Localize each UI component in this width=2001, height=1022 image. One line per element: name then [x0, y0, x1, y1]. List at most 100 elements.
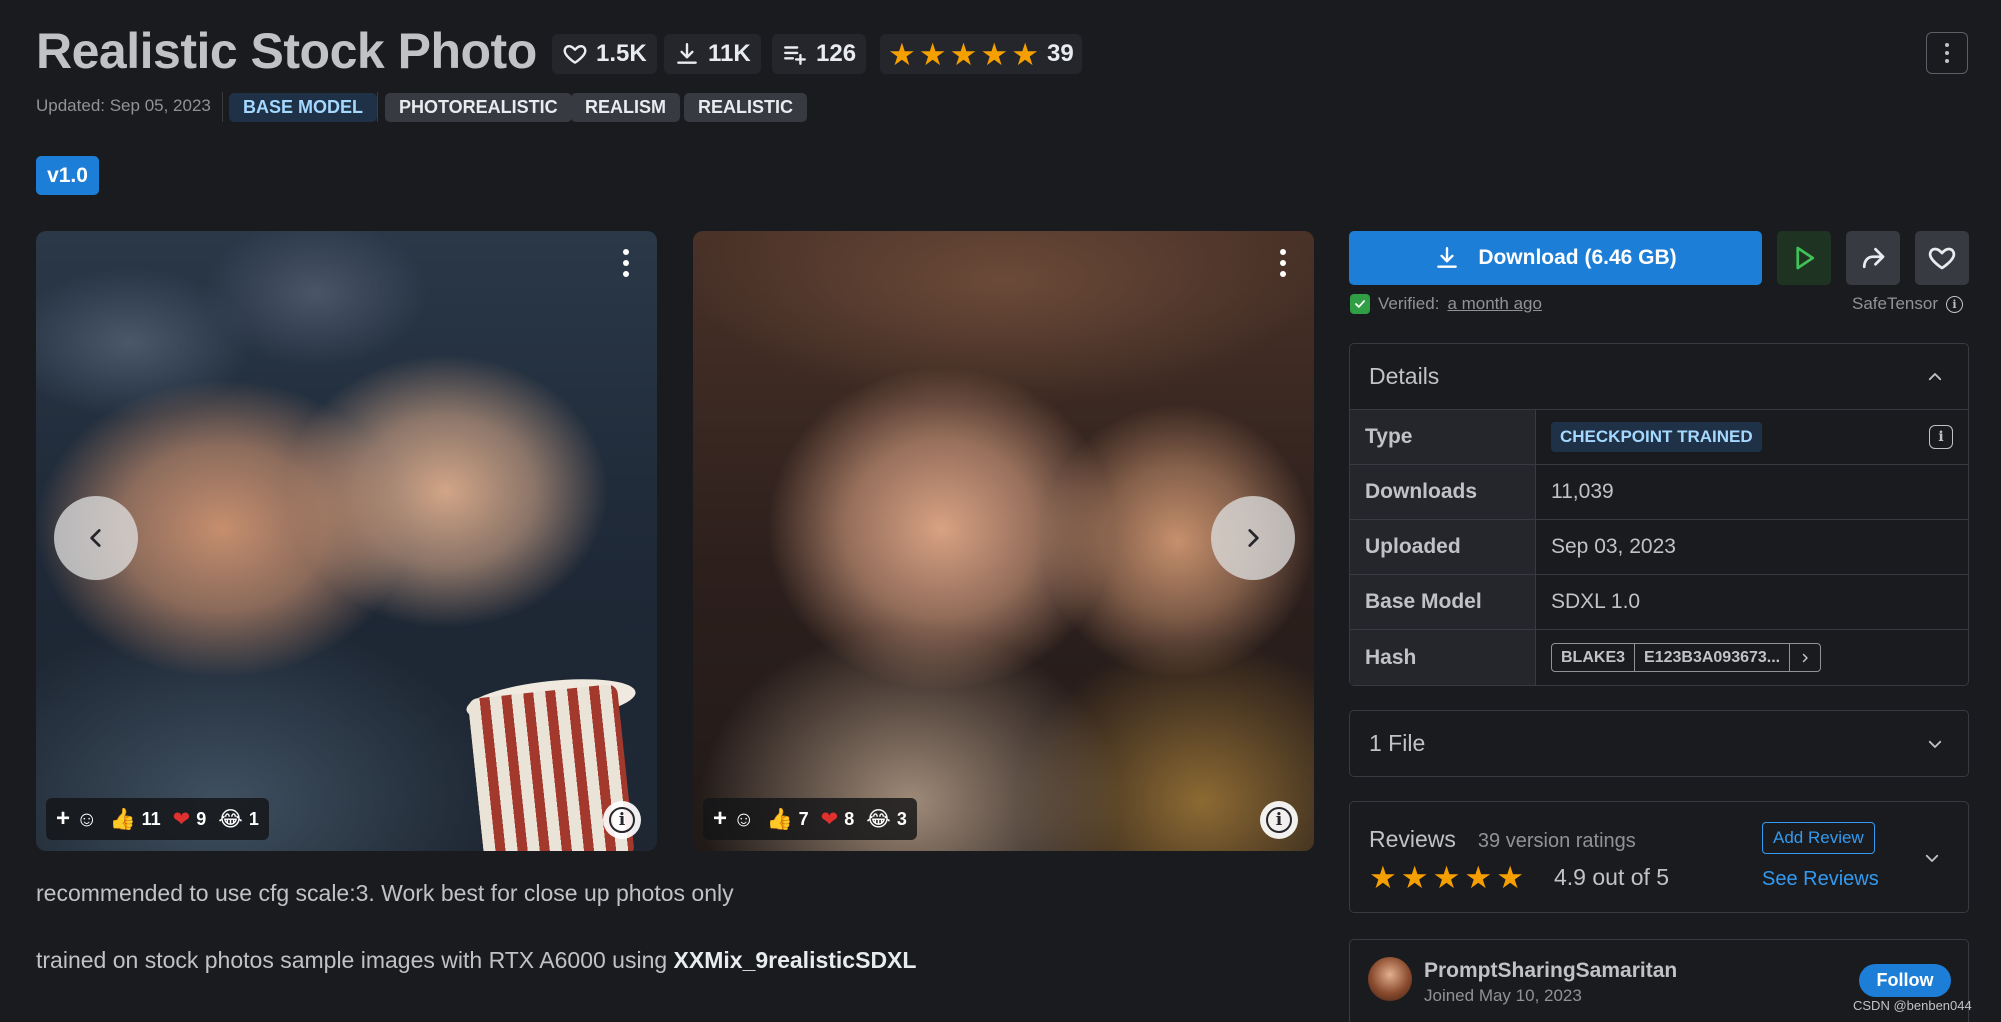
- star-icon: ★: [1464, 860, 1493, 895]
- divider: [222, 92, 223, 122]
- reaction-thumbs-up[interactable]: 👍 7: [766, 809, 808, 830]
- base-model-link[interactable]: XXMix_9realisticSDXL: [674, 947, 917, 973]
- star-icon: ★: [1400, 860, 1429, 895]
- description-text: trained on stock photos sample images wi…: [36, 947, 674, 973]
- row-label: Hash: [1350, 630, 1536, 685]
- download-count: 11K: [708, 40, 751, 67]
- reviews-count: 39 version ratings: [1477, 830, 1636, 852]
- see-reviews-link[interactable]: See Reviews: [1762, 868, 1879, 891]
- kebab-dot: [1945, 59, 1949, 63]
- collection-count: 126: [816, 40, 857, 67]
- info-icon: i: [1266, 807, 1292, 833]
- shield-check-icon: [1350, 294, 1370, 314]
- add-reaction-button[interactable]: + ☺: [56, 805, 97, 833]
- reviews-panel: Reviews 39 version ratings ★ ★ ★ ★ ★ 4.9…: [1349, 801, 1969, 913]
- hash-type[interactable]: BLAKE3: [1552, 644, 1634, 671]
- star-icon: ★: [918, 36, 947, 72]
- reaction-thumbs-up[interactable]: 👍 11: [109, 809, 160, 830]
- kebab-dot: [623, 249, 629, 255]
- row-value: SDXL 1.0: [1551, 590, 1641, 613]
- row-value: 11,039: [1551, 480, 1614, 503]
- image-menu-button[interactable]: [1273, 243, 1293, 283]
- star-icon: ★: [949, 36, 978, 72]
- gallery-next-button[interactable]: [1211, 496, 1295, 580]
- run-model-button[interactable]: [1777, 231, 1831, 285]
- tag-realistic[interactable]: REALISTIC: [684, 93, 808, 122]
- table-row: Hash BLAKE3 E123B3A093673...: [1350, 630, 1968, 685]
- row-label: Type: [1350, 410, 1536, 464]
- favorite-button[interactable]: [1915, 231, 1969, 285]
- creator-name[interactable]: PromptSharingSamaritan: [1424, 959, 1677, 983]
- heart-outline-icon: [563, 45, 587, 64]
- more-options-button[interactable]: [1926, 32, 1968, 74]
- heart-icon: ❤: [172, 807, 191, 831]
- download-stat: 11K: [664, 34, 761, 74]
- collection-stat[interactable]: 126: [772, 34, 867, 74]
- gallery-image-1[interactable]: + ☺ 👍 11 ❤ 9 😂 1 i: [36, 231, 657, 851]
- kebab-dot: [1280, 260, 1286, 266]
- reaction-heart[interactable]: ❤ 8: [821, 809, 855, 830]
- playlist-add-icon: [784, 46, 806, 65]
- rating-stat[interactable]: ★ ★ ★ ★ ★ 39: [880, 34, 1082, 74]
- like-stat[interactable]: 1.5K: [552, 34, 657, 74]
- reaction-count: 3: [896, 808, 907, 829]
- row-value: CHECKPOINT TRAINED i: [1536, 410, 1968, 464]
- type-badge: CHECKPOINT TRAINED: [1551, 422, 1762, 452]
- gallery-image-2[interactable]: + ☺ 👍 7 ❤ 8 😂 3 i: [693, 231, 1314, 851]
- kebab-dot: [1280, 271, 1286, 277]
- gallery-prev-button[interactable]: [54, 496, 138, 580]
- rating-summary: 4.9 out of 5: [1554, 864, 1670, 890]
- chevron-left-icon: [90, 529, 101, 547]
- heart-outline-icon: [1928, 247, 1956, 270]
- version-tab-v1[interactable]: v1.0: [36, 156, 99, 195]
- reviews-title: Reviews: [1369, 826, 1456, 852]
- files-header[interactable]: 1 File: [1350, 711, 1968, 776]
- details-panel: Details Type CHECKPOINT TRAINED i Downlo…: [1349, 343, 1969, 686]
- row-label: Uploaded: [1350, 520, 1536, 574]
- reaction-laugh[interactable]: 😂 1: [218, 809, 259, 830]
- table-row: Uploaded Sep 03, 2023: [1350, 520, 1968, 575]
- chevron-right-icon[interactable]: [1789, 644, 1820, 671]
- download-button[interactable]: Download (6.46 GB): [1349, 231, 1762, 285]
- laughing-icon: 😂: [218, 807, 243, 831]
- tag-realism[interactable]: REALISM: [571, 93, 680, 122]
- divider: [377, 92, 378, 122]
- reaction-laugh[interactable]: 😂 3: [866, 809, 907, 830]
- smiley-icon: ☺: [76, 807, 98, 831]
- reaction-heart[interactable]: ❤ 9: [173, 809, 207, 830]
- watermark: CSDN @benben044: [1853, 998, 1972, 1013]
- avatar[interactable]: [1368, 957, 1412, 1001]
- tag-photorealistic[interactable]: PHOTOREALISTIC: [385, 93, 572, 122]
- image-info-button[interactable]: i: [1260, 801, 1298, 839]
- chevron-down-icon[interactable]: [1923, 849, 1941, 867]
- reaction-count: 1: [248, 808, 259, 829]
- row-value: Sep 03, 2023: [1551, 535, 1676, 558]
- creator-joined: Joined May 10, 2023: [1424, 986, 1582, 1005]
- like-count: 1.5K: [596, 40, 647, 67]
- follow-button[interactable]: Follow: [1859, 964, 1951, 997]
- hash-value[interactable]: E123B3A093673...: [1634, 644, 1789, 671]
- row-label: Downloads: [1350, 465, 1536, 519]
- download-icon: [1437, 247, 1458, 268]
- kebab-dot: [1945, 43, 1949, 47]
- share-button[interactable]: [1846, 231, 1900, 285]
- download-label: Download (6.46 GB): [1478, 246, 1677, 269]
- add-reaction-button[interactable]: + ☺: [713, 805, 754, 833]
- info-icon[interactable]: i: [1929, 425, 1953, 449]
- chevron-down-icon: [1928, 740, 1942, 748]
- details-header[interactable]: Details: [1350, 344, 1968, 409]
- image-info-button[interactable]: i: [603, 801, 641, 839]
- tag-base-model[interactable]: BASE MODEL: [229, 93, 378, 122]
- reaction-count: 7: [798, 808, 809, 829]
- info-icon[interactable]: i: [1946, 295, 1963, 313]
- image-menu-button[interactable]: [616, 243, 636, 283]
- hash-selector[interactable]: BLAKE3 E123B3A093673...: [1551, 643, 1822, 672]
- details-title: Details: [1369, 363, 1440, 389]
- thumbs-up-icon: 👍: [766, 807, 793, 831]
- plus-icon: +: [713, 805, 728, 832]
- file-format-label: SafeTensor: [1852, 294, 1938, 313]
- add-review-button[interactable]: Add Review: [1762, 822, 1875, 854]
- files-panel[interactable]: 1 File: [1349, 710, 1969, 777]
- thumbs-up-icon: 👍: [109, 807, 136, 831]
- verified-time-link[interactable]: a month ago: [1447, 294, 1542, 314]
